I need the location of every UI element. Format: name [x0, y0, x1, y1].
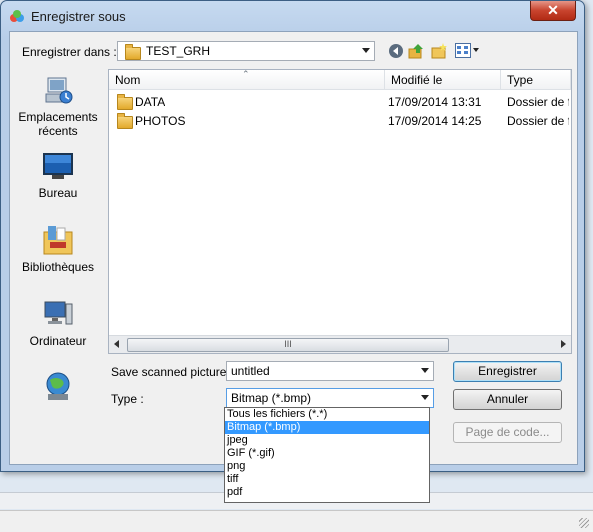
up-folder-icon[interactable]: [408, 43, 424, 59]
place-libraries[interactable]: Bibliothèques: [10, 224, 106, 274]
horizontal-scrollbar[interactable]: III: [109, 335, 571, 353]
title-bar[interactable]: Enregistrer sous ✕: [1, 1, 584, 31]
view-menu-button[interactable]: [455, 42, 481, 59]
filename-value: untitled: [231, 364, 270, 378]
desktop-icon: [43, 153, 73, 179]
cancel-button[interactable]: Annuler: [453, 389, 562, 410]
type-option-selected[interactable]: Bitmap (*.bmp): [225, 421, 429, 434]
type-option[interactable]: tiff: [225, 473, 429, 486]
file-modified: 17/09/2014 14:25: [388, 114, 482, 128]
window-title: Enregistrer sous: [31, 9, 126, 24]
file-type: Dossier de f: [507, 114, 569, 128]
type-select[interactable]: Bitmap (*.bmp): [226, 388, 434, 408]
chevron-down-icon: [421, 395, 429, 400]
place-label: Ordinateur: [29, 334, 87, 348]
chevron-down-icon: [473, 48, 479, 52]
place-desktop[interactable]: Bureau: [10, 152, 106, 200]
back-icon[interactable]: [388, 43, 404, 59]
filename-combo[interactable]: untitled: [226, 361, 434, 381]
folder-icon: [117, 94, 133, 110]
file-name: PHOTOS: [135, 114, 186, 128]
close-button[interactable]: ✕: [530, 1, 576, 21]
place-label: Bibliothèques: [21, 260, 95, 274]
column-header-name[interactable]: Nom ⌃: [109, 70, 385, 90]
type-option[interactable]: jpeg: [225, 434, 429, 447]
column-header-label: Type: [507, 73, 534, 87]
chevron-down-icon: [362, 48, 370, 53]
save-button[interactable]: Enregistrer: [453, 361, 562, 382]
close-icon: ✕: [547, 2, 559, 18]
places-bar: Emplacements récents Bureau Bibliothèque…: [10, 64, 106, 404]
new-folder-icon[interactable]: [431, 43, 447, 59]
desktop-background: Enregistrer sous ✕ Enregistrer dans : TE…: [0, 0, 593, 532]
computer-icon: [44, 301, 73, 325]
column-header-modified[interactable]: Modifié le: [385, 70, 501, 90]
sort-ascending-icon: ⌃: [242, 69, 250, 79]
libraries-icon: [43, 226, 73, 255]
app-icon: [10, 10, 24, 22]
current-folder-name: TEST_GRH: [146, 44, 211, 58]
place-network[interactable]: [10, 370, 106, 408]
scrollbar-thumb[interactable]: III: [127, 338, 449, 352]
type-dropdown-list[interactable]: Tous les fichiers (*.*) Bitmap (*.bmp) j…: [224, 407, 430, 503]
status-bar: [0, 510, 593, 532]
recent-places-icon: [45, 77, 73, 104]
save-in-combo[interactable]: TEST_GRH: [117, 41, 375, 61]
type-option[interactable]: Tous les fichiers (*.*): [225, 408, 429, 421]
scroll-right-icon[interactable]: [561, 340, 566, 348]
network-icon: [46, 372, 70, 400]
dialog-client-area: Enregistrer dans : TEST_GRH Emplacements…: [9, 31, 578, 465]
type-value: Bitmap (*.bmp): [231, 391, 312, 405]
place-computer[interactable]: Ordinateur: [10, 300, 106, 348]
chevron-down-icon: [421, 368, 429, 373]
type-label: Type :: [111, 392, 144, 406]
type-option[interactable]: GIF (*.gif): [225, 447, 429, 460]
file-list[interactable]: Nom ⌃ Modifié le Type DATA 17/09/2014 13…: [108, 69, 572, 354]
type-option[interactable]: pdf: [225, 486, 429, 499]
column-header-label: Modifié le: [391, 73, 443, 87]
table-row[interactable]: DATA 17/09/2014 13:31 Dossier de f: [109, 93, 571, 112]
column-header-type[interactable]: Type: [501, 70, 571, 90]
save-in-label: Enregistrer dans :: [22, 45, 117, 59]
codepage-button: Page de code...: [453, 422, 562, 443]
file-name: DATA: [135, 95, 166, 109]
filename-label: Save scanned picture: [111, 365, 227, 379]
file-modified: 17/09/2014 13:31: [388, 95, 482, 109]
place-label: Emplacements: [18, 110, 98, 124]
place-label: Bureau: [38, 186, 78, 200]
folder-icon: [117, 113, 133, 129]
place-label: récents: [38, 124, 78, 138]
file-type: Dossier de f: [507, 95, 569, 109]
scroll-left-icon[interactable]: [114, 340, 119, 348]
view-menu-icon: [455, 43, 471, 58]
folder-icon: [125, 44, 141, 60]
column-header-label: Nom: [115, 73, 141, 87]
type-option[interactable]: png: [225, 460, 429, 473]
place-recent[interactable]: Emplacements récents: [10, 76, 106, 138]
save-as-dialog: Enregistrer sous ✕ Enregistrer dans : TE…: [0, 0, 585, 472]
resize-grip-icon[interactable]: [579, 518, 589, 528]
table-row[interactable]: PHOTOS 17/09/2014 14:25 Dossier de f: [109, 112, 571, 131]
grip-marks: III: [284, 339, 292, 349]
